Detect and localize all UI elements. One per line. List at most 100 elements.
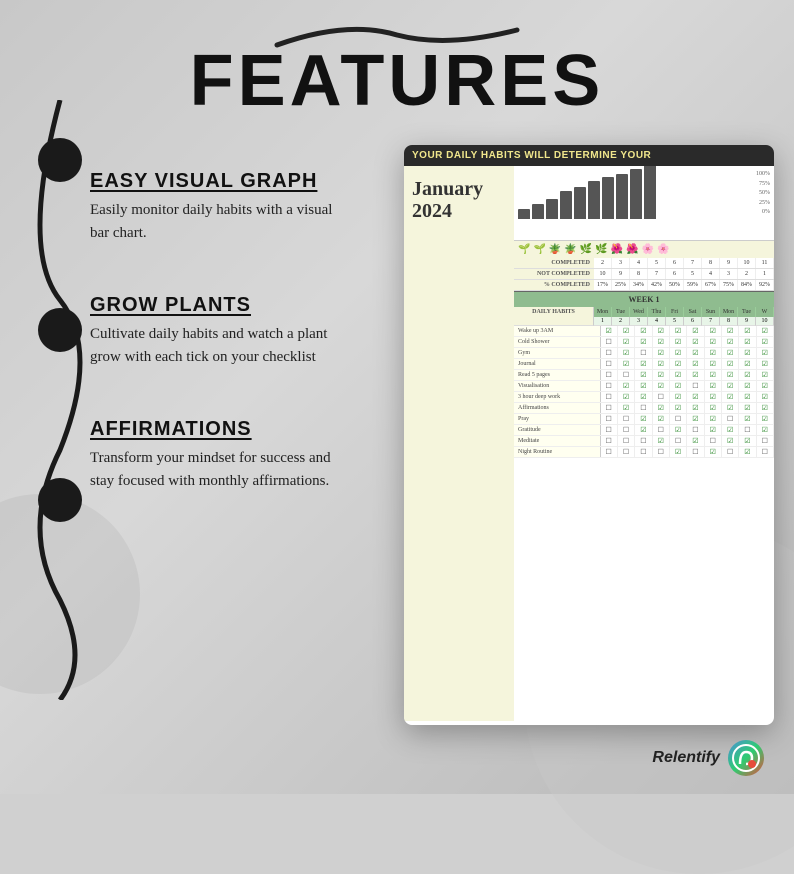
stat-val-0-9: 11: [756, 258, 774, 268]
habit-check-11-5: ☐: [687, 447, 704, 457]
brand-logo: [728, 740, 764, 776]
habit-check-7-6: ☑: [705, 403, 722, 413]
habit-check-11-2: ☐: [635, 447, 652, 457]
habit-check-7-4: ☑: [670, 403, 687, 413]
bar-1: [518, 209, 530, 219]
habit-check-3-7: ☑: [722, 359, 739, 369]
habit-check-9-1: ☐: [618, 425, 635, 435]
stat-val-1-0: 10: [594, 269, 612, 279]
stat-val-2-6: 67%: [702, 280, 720, 290]
habit-check-6-7: ☑: [722, 392, 739, 402]
habit-check-10-6: ☐: [705, 436, 722, 446]
day-header-3: Thu: [648, 307, 666, 317]
habit-check-9-0: ☐: [601, 425, 618, 435]
stat-val-1-9: 1: [756, 269, 774, 279]
habit-check-7-1: ☑: [618, 403, 635, 413]
sheet-body: January 2024 100% 75% 50% 25% 0%: [404, 166, 774, 721]
habit-row-3: Journal☐☑☑☑☑☑☑☑☑☑: [514, 359, 774, 370]
habit-check-10-0: ☐: [601, 436, 618, 446]
bar-4: [560, 191, 572, 219]
day-header-5: Sat: [684, 307, 702, 317]
habit-name-10: Meditate: [514, 436, 601, 446]
month-year-block: January 2024: [404, 166, 514, 235]
habit-check-8-1: ☐: [618, 414, 635, 424]
habit-check-5-2: ☑: [635, 381, 652, 391]
page-title: FEATURES: [0, 40, 794, 122]
bar-9: [630, 169, 642, 219]
habit-check-8-3: ☑: [653, 414, 670, 424]
habit-check-2-2: ☐: [635, 348, 652, 358]
sheet-left-panel: January 2024: [404, 166, 514, 721]
habit-check-1-9: ☑: [757, 337, 774, 347]
stat-val-1-2: 8: [630, 269, 648, 279]
habit-name-0: Wake up 3AM: [514, 326, 601, 336]
habit-check-10-2: ☐: [635, 436, 652, 446]
habit-check-4-4: ☑: [670, 370, 687, 380]
stat-val-0-2: 4: [630, 258, 648, 268]
habit-row-5: Visualisation☐☑☑☑☑☐☑☑☑☑: [514, 381, 774, 392]
habit-check-11-8: ☑: [739, 447, 756, 457]
habit-check-11-3: ☐: [653, 447, 670, 457]
branding-area: Relentify: [652, 740, 764, 776]
spreadsheet-mockup: YOUR DAILY HABITS WILL DETERMINE YOUR Ja…: [404, 145, 774, 725]
bar-7: [602, 177, 614, 219]
day-header-0: Mon: [594, 307, 612, 317]
habit-check-0-2: ☑: [635, 326, 652, 336]
day-header-9: W: [756, 307, 774, 317]
habit-row-6: 3 hour deep work☐☑☑☐☑☑☑☑☑☑: [514, 392, 774, 403]
habit-check-10-9: ☐: [757, 436, 774, 446]
habit-check-7-8: ☑: [739, 403, 756, 413]
stat-val-0-5: 7: [684, 258, 702, 268]
habit-check-6-0: ☐: [601, 392, 618, 402]
habit-row-11: Night Routine☐☐☐☐☑☐☑☐☑☐: [514, 447, 774, 458]
days-header-cells: MonTueWedThuFriSatSunMonTueW: [594, 307, 774, 317]
feature-visual-graph-desc: Easily monitor daily habits with a visua…: [90, 199, 350, 244]
plant-9: 🌸: [642, 244, 654, 255]
habit-check-8-0: ☐: [601, 414, 618, 424]
chart-label-0: 0%: [756, 208, 770, 218]
habit-check-4-1: ☐: [618, 370, 635, 380]
stat-val-1-6: 4: [702, 269, 720, 279]
habit-check-9-9: ☑: [757, 425, 774, 435]
month-label: January: [412, 178, 506, 200]
habit-check-3-0: ☐: [601, 359, 618, 369]
habit-check-7-2: ☐: [635, 403, 652, 413]
stat-val-0-0: 2: [594, 258, 612, 268]
habit-check-6-5: ☑: [687, 392, 704, 402]
stat-val-1-7: 3: [720, 269, 738, 279]
day-num-8: 9: [738, 317, 756, 326]
stat-row-2: % COMPLETED17%25%34%42%50%59%67%75%84%92…: [514, 280, 774, 291]
stat-val-2-8: 84%: [738, 280, 756, 290]
brand-name: Relentify: [652, 749, 720, 767]
day-header-7: Mon: [720, 307, 738, 317]
feature-visual-graph-title: EASY VISUAL GRAPH: [90, 170, 420, 193]
habit-check-2-0: ☐: [601, 348, 618, 358]
plant-3: 🪴: [549, 244, 561, 255]
habit-check-5-1: ☑: [618, 381, 635, 391]
habit-check-2-3: ☑: [653, 348, 670, 358]
chart-area: 100% 75% 50% 25% 0%: [514, 166, 774, 241]
habit-check-5-9: ☑: [757, 381, 774, 391]
habit-check-2-7: ☑: [722, 348, 739, 358]
habit-name-6: 3 hour deep work: [514, 392, 601, 402]
habit-check-9-7: ☑: [722, 425, 739, 435]
habit-check-2-6: ☑: [705, 348, 722, 358]
bar-2: [532, 204, 544, 219]
habit-check-9-5: ☐: [687, 425, 704, 435]
stat-val-0-6: 8: [702, 258, 720, 268]
habit-check-1-4: ☑: [670, 337, 687, 347]
habit-check-5-5: ☐: [687, 381, 704, 391]
habit-check-6-6: ☑: [705, 392, 722, 402]
plant-7: 🌺: [611, 244, 623, 255]
habit-name-2: Gym: [514, 348, 601, 358]
habit-name-5: Visualisation: [514, 381, 601, 391]
habit-check-7-9: ☑: [757, 403, 774, 413]
habit-row-1: Cold Shower☐☑☑☑☑☑☑☑☑☑: [514, 337, 774, 348]
habits-column-header: DAILY HABITS: [514, 307, 594, 317]
bar-3: [546, 199, 558, 219]
habit-check-7-5: ☑: [687, 403, 704, 413]
day-num-7: 8: [720, 317, 738, 326]
day-header-8: Tue: [738, 307, 756, 317]
sheet-banner: YOUR DAILY HABITS WILL DETERMINE YOUR: [404, 145, 774, 166]
habit-name-1: Cold Shower: [514, 337, 601, 347]
